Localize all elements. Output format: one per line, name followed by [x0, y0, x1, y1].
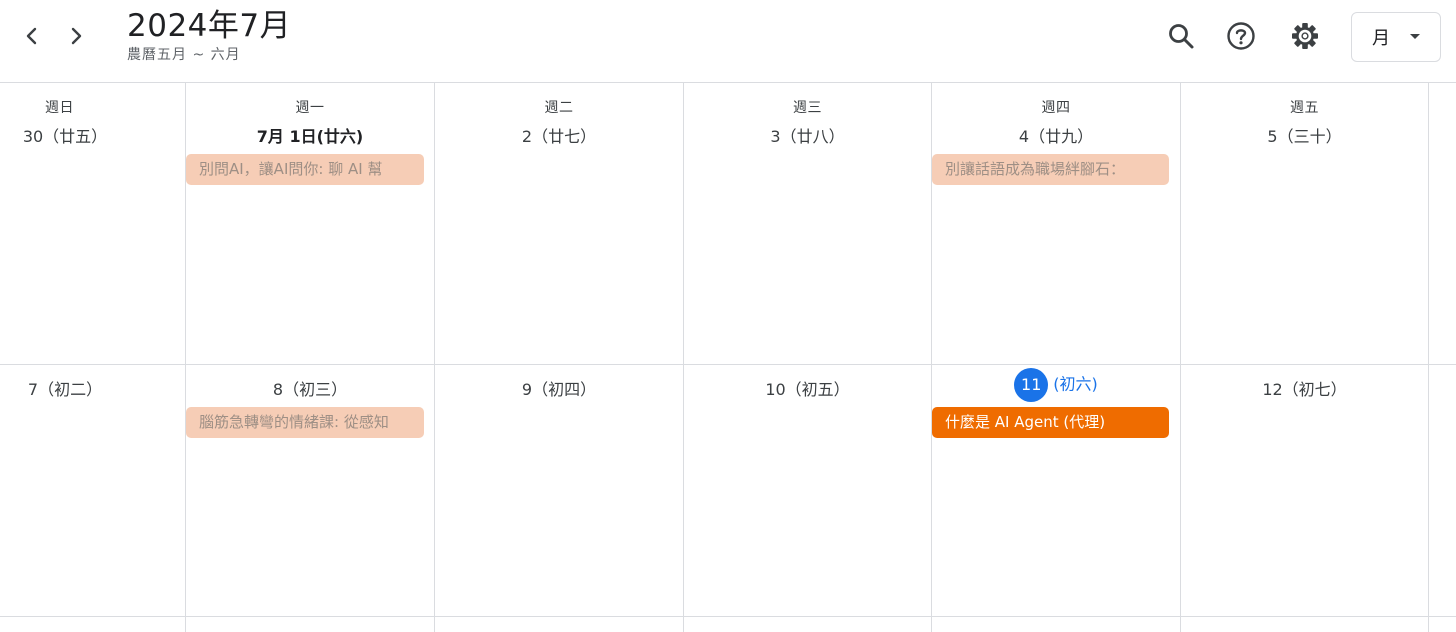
date-label[interactable]: 8（初三）	[186, 376, 434, 400]
day-of-week-label: 週一	[295, 100, 325, 116]
today-date-label[interactable]: 11 (初六)	[932, 368, 1180, 402]
search-button[interactable]	[1161, 16, 1201, 56]
settings-button[interactable]	[1285, 16, 1325, 56]
date-label[interactable]: 7（初二）	[0, 376, 130, 400]
day-cell[interactable]: 週日 30（廿五）	[0, 83, 185, 364]
chevron-left-icon	[26, 27, 37, 45]
date-label[interactable]: 5（三十）	[1181, 123, 1428, 147]
date-label[interactable]: 4（廿九）	[932, 123, 1180, 147]
view-select-label: 月	[1372, 28, 1390, 49]
date-label[interactable]: 2（廿七）	[435, 123, 683, 147]
today-badge[interactable]: 11	[1014, 368, 1049, 402]
day-cell[interactable]: 週二 2（廿七）	[435, 83, 683, 364]
event-chip[interactable]: 腦筋急轉彎的情緒課: 從感知	[186, 407, 424, 438]
date-label[interactable]: 12（初七）	[1181, 376, 1428, 400]
date-label[interactable]: 10（初五）	[684, 376, 931, 400]
day-cell[interactable]: 週一 7月 1日(廿六) 別問AI，讓AI問你: 聊 AI 幫	[186, 83, 434, 364]
day-cell[interactable]: 10（初五）	[684, 365, 931, 616]
gear-icon	[1292, 23, 1318, 49]
event-chip[interactable]: 別問AI，讓AI問你: 聊 AI 幫	[186, 154, 424, 185]
date-label[interactable]: 3（廿八）	[684, 123, 931, 147]
event-chip[interactable]: 什麼是 AI Agent (代理)	[932, 407, 1169, 438]
day-of-week-label: 週日	[45, 100, 74, 116]
day-cell[interactable]: 12（初七）	[1181, 365, 1428, 616]
day-cell[interactable]: 週三 3（廿八）	[684, 83, 931, 364]
day-of-week-label: 週四	[1041, 100, 1071, 116]
week-divider	[0, 616, 1456, 617]
page-title: 2024年7月	[127, 8, 292, 44]
next-month-button[interactable]	[58, 18, 94, 54]
day-cell[interactable]: 11 (初六) 什麼是 AI Agent (代理)	[932, 365, 1180, 616]
help-button[interactable]	[1221, 16, 1261, 56]
event-chip[interactable]: 別讓話語成為職場絆腳石：	[932, 154, 1169, 185]
today-lunar-label: (初六)	[1053, 374, 1098, 394]
month-grid: 週日 30（廿五） 週一 7月 1日(廿六) 別問AI，讓AI問你: 聊 AI …	[0, 83, 1456, 632]
day-cell[interactable]: 8（初三） 腦筋急轉彎的情緒課: 從感知	[186, 365, 434, 616]
day-of-week-label: 週五	[1290, 100, 1319, 116]
day-of-week-label: 週三	[793, 100, 822, 116]
help-icon	[1227, 22, 1255, 50]
date-label[interactable]: 7月 1日(廿六)	[186, 123, 434, 147]
day-of-week-label: 週二	[544, 100, 574, 116]
day-cell[interactable]: 週四 4（廿九） 別讓話語成為職場絆腳石：	[932, 83, 1180, 364]
date-label[interactable]: 30（廿五）	[0, 123, 130, 147]
view-select[interactable]: 月	[1351, 12, 1441, 62]
prev-month-button[interactable]	[14, 18, 50, 54]
grid-divider	[1428, 83, 1429, 632]
day-cell[interactable]: 7（初二）	[0, 365, 185, 616]
caret-down-icon	[1410, 34, 1420, 39]
day-cell[interactable]: 9（初四）	[435, 365, 683, 616]
lunar-subtitle: 農曆五月 ~ 六月	[127, 47, 241, 63]
chevron-right-icon	[71, 27, 82, 45]
search-icon	[1169, 24, 1194, 49]
day-cell[interactable]: 週五 5（三十）	[1181, 83, 1428, 364]
title-block: 2024年7月 農曆五月 ~ 六月	[127, 6, 291, 64]
date-label[interactable]: 9（初四）	[435, 376, 683, 400]
calendar-header: 2024年7月 農曆五月 ~ 六月 月	[0, 0, 1456, 83]
